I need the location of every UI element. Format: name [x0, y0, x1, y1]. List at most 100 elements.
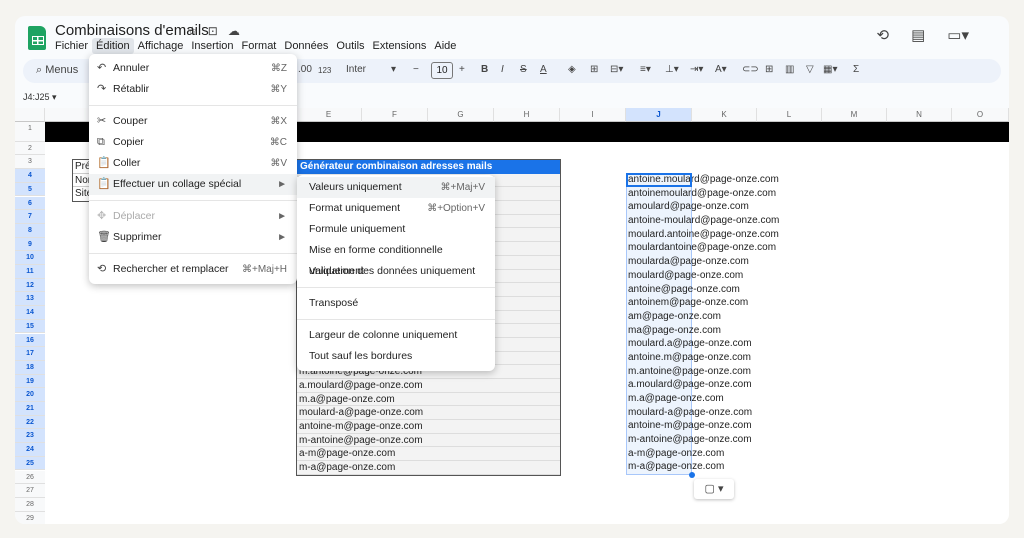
merge-cells-icon[interactable]: ⊟▾	[610, 64, 623, 75]
row-header-14[interactable]: 14	[15, 306, 45, 320]
menu-item-cut[interactable]: ✂ Couper ⌘X	[89, 111, 297, 132]
cloud-icon[interactable]: ☁	[228, 24, 240, 38]
menu-insertion[interactable]: Insertion	[187, 38, 237, 54]
menu-fichier[interactable]: Fichier	[51, 38, 92, 54]
cell-j7[interactable]: antoine-moulard@page-onze.com	[628, 214, 779, 228]
row-header-2[interactable]: 2	[15, 141, 45, 156]
cell-j12[interactable]: antoine@page-onze.com	[628, 283, 779, 297]
column-header-f[interactable]: F	[362, 108, 428, 122]
increase-font-button[interactable]: +	[459, 64, 465, 75]
comment-icon[interactable]: ▤	[911, 26, 925, 44]
italic-button[interactable]: I	[501, 64, 504, 75]
select-all-corner[interactable]	[15, 108, 45, 122]
cell-j22[interactable]: antoine-m@page-onze.com	[628, 419, 779, 433]
generator-row[interactable]: m.a@page-onze.com	[297, 393, 560, 407]
paste-special-item[interactable]: Largeur de colonne uniquement	[297, 325, 495, 346]
row-header-15[interactable]: 15	[15, 319, 45, 334]
menu-affichage[interactable]: Affichage	[134, 38, 188, 54]
row-header-11[interactable]: 11	[15, 265, 45, 279]
menu-edition[interactable]: Édition	[92, 38, 134, 54]
column-header-o[interactable]: O	[952, 108, 1009, 122]
menu-search[interactable]: ⌕ Menus	[36, 64, 78, 77]
decimal-button[interactable]: .00	[298, 64, 312, 75]
row-header-1[interactable]: 1	[15, 122, 45, 142]
menu-item-redo[interactable]: ↷ Rétablir ⌘Y	[89, 79, 297, 100]
row-header-27[interactable]: 27	[15, 484, 45, 498]
row-header-26[interactable]: 26	[15, 470, 45, 485]
row-header-20[interactable]: 20	[15, 388, 45, 402]
paste-special-item[interactable]: Mise en forme conditionnelle uniquement	[297, 240, 495, 277]
row-header-12[interactable]: 12	[15, 278, 45, 293]
menu-item-undo[interactable]: ↶ Annuler ⌘Z	[89, 58, 297, 79]
paste-options-button[interactable]: ▢ ▾	[694, 479, 734, 499]
row-header-18[interactable]: 18	[15, 360, 45, 375]
text-rotation-icon[interactable]: A▾	[715, 64, 727, 75]
row-header-24[interactable]: 24	[15, 443, 45, 457]
menu-extensions[interactable]: Extensions	[369, 38, 431, 54]
row-header-5[interactable]: 5	[15, 182, 45, 197]
column-header-j[interactable]: J	[626, 108, 692, 122]
functions-icon[interactable]: Σ	[853, 64, 859, 75]
column-header-m[interactable]: M	[822, 108, 887, 122]
cell-j5[interactable]: antoinemoulard@page-onze.com	[628, 187, 779, 201]
column-header-l[interactable]: L	[757, 108, 822, 122]
menu-donnees[interactable]: Données	[280, 38, 332, 54]
cell-j15[interactable]: ma@page-onze.com	[628, 324, 779, 338]
row-header-6[interactable]: 6	[15, 196, 45, 211]
cell-j8[interactable]: moulard.antoine@page-onze.com	[628, 228, 779, 242]
filter-views-icon[interactable]: ▦▾	[823, 64, 837, 75]
comment-add-icon[interactable]: ⊞	[765, 64, 773, 75]
bold-button[interactable]: B	[481, 64, 488, 75]
generator-row[interactable]: a-m@page-onze.com	[297, 447, 560, 462]
cell-j23[interactable]: m-antoine@page-onze.com	[628, 433, 779, 447]
cell-j14[interactable]: am@page-onze.com	[628, 310, 779, 324]
menu-item-paste[interactable]: 📋 Coller ⌘V	[89, 153, 297, 174]
row-header-9[interactable]: 9	[15, 237, 45, 252]
cell-j11[interactable]: moulard@page-onze.com	[628, 269, 779, 283]
link-icon[interactable]: ⊂⊃	[742, 64, 759, 75]
cell-j13[interactable]: antoinem@page-onze.com	[628, 296, 779, 310]
generator-row[interactable]: m-antoine@page-onze.com	[297, 434, 560, 448]
generator-header[interactable]: Générateur combinaison adresses mails	[297, 160, 560, 174]
cell-j9[interactable]: moulardantoine@page-onze.com	[628, 241, 779, 255]
row-header-13[interactable]: 13	[15, 292, 45, 307]
cell-j18[interactable]: m.antoine@page-onze.com	[628, 365, 779, 379]
cell-j24[interactable]: a-m@page-onze.com	[628, 447, 779, 461]
row-header-28[interactable]: 28	[15, 497, 45, 512]
font-size-input[interactable]: 10	[431, 62, 453, 79]
chart-icon[interactable]: ▥	[785, 64, 794, 75]
menu-format[interactable]: Format	[238, 38, 281, 54]
align-vertical-icon[interactable]: ⊥▾	[665, 64, 679, 75]
cell-j17[interactable]: antoine.m@page-onze.com	[628, 351, 779, 365]
menu-aide[interactable]: Aide	[430, 38, 460, 54]
name-box[interactable]: J4:J25 ▾	[23, 92, 57, 103]
paste-special-item[interactable]: Format uniquement ⌘+Option+V	[297, 198, 495, 219]
cell-j21[interactable]: moulard-a@page-onze.com	[628, 406, 779, 420]
text-wrap-icon[interactable]: ⇥▾	[690, 64, 703, 75]
column-header-n[interactable]: N	[887, 108, 952, 122]
column-header-g[interactable]: G	[428, 108, 494, 122]
paste-special-item[interactable]: Transposé	[297, 293, 495, 314]
row-header-4[interactable]: 4	[15, 169, 45, 183]
document-title[interactable]: Combinaisons d'emails	[55, 22, 209, 39]
text-color-button[interactable]: A	[540, 64, 547, 75]
menu-item-paste-special[interactable]: 📋 Effectuer un collage spécial ►	[89, 174, 297, 195]
generator-row[interactable]: moulard-a@page-onze.com	[297, 406, 560, 421]
generator-row[interactable]: m-a@page-onze.com	[297, 461, 560, 475]
paste-special-item[interactable]: Tout sauf les bordures	[297, 346, 495, 367]
menu-outils[interactable]: Outils	[332, 38, 368, 54]
cell-j25[interactable]: m-a@page-onze.com	[628, 460, 779, 474]
row-header-29[interactable]: 29	[15, 511, 45, 524]
number-format-button[interactable]: 123	[318, 66, 331, 75]
generator-row[interactable]: a.moulard@page-onze.com	[297, 379, 560, 393]
row-header-22[interactable]: 22	[15, 415, 45, 430]
align-horizontal-icon[interactable]: ≡▾	[640, 64, 651, 75]
fill-handle[interactable]	[689, 472, 695, 478]
decrease-font-button[interactable]: −	[413, 64, 419, 75]
cell-j16[interactable]: moulard.a@page-onze.com	[628, 337, 779, 351]
video-call-icon[interactable]: ▭▾	[947, 26, 969, 44]
folder-move-icon[interactable]: ⊡	[208, 24, 218, 38]
history-icon[interactable]: ⟲	[877, 26, 890, 44]
column-header-k[interactable]: K	[692, 108, 757, 122]
row-header-7[interactable]: 7	[15, 210, 45, 224]
